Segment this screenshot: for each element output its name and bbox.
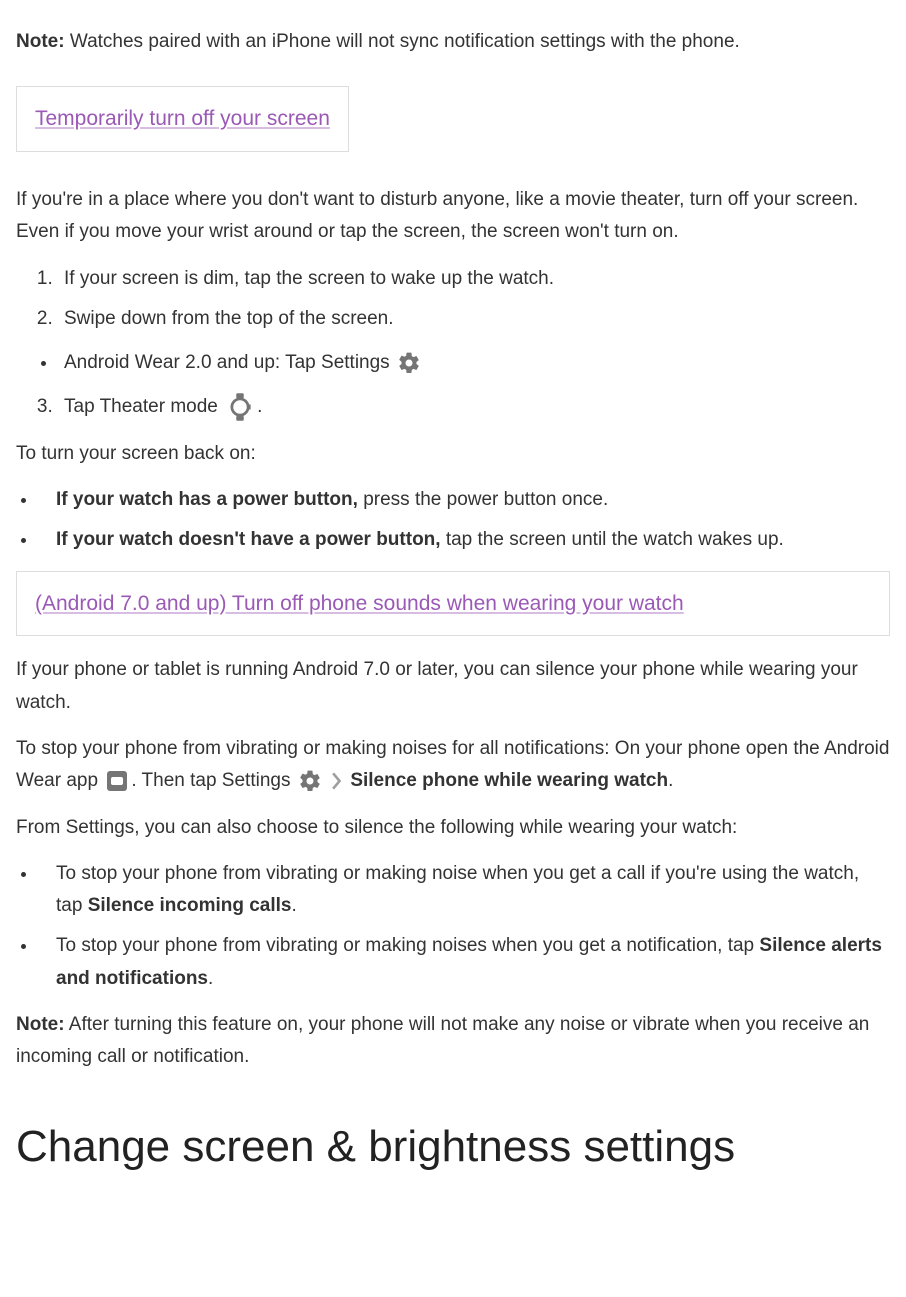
bullet-no-power-bold: If your watch doesn't have a power butto… <box>56 529 441 550</box>
b2-a: To stop your phone from vibrating or mak… <box>56 935 759 956</box>
bullet-silence-alerts: To stop your phone from vibrating or mak… <box>38 930 890 995</box>
silence-options: To stop your phone from vibrating or mak… <box>16 858 890 995</box>
text-b: . Then tap Settings <box>131 770 295 791</box>
step-1: If your screen is dim, tap the screen to… <box>58 263 890 295</box>
section2-intro: If your phone or tablet is running Andro… <box>16 654 890 719</box>
bullet-no-power-rest: tap the screen until the watch wakes up. <box>441 529 784 550</box>
text-bold: Silence phone while wearing watch <box>350 770 668 791</box>
accordion-title: (Android 7.0 and up) Turn off phone soun… <box>35 592 684 615</box>
note-text: Watches paired with an iPhone will not s… <box>65 31 740 52</box>
steps-turn-off-screen-cont: Tap Theater mode . <box>16 391 890 423</box>
note-label: Note: <box>16 31 65 52</box>
accordion-temporarily-turn-off[interactable]: Temporarily turn off your screen <box>16 86 349 152</box>
back-on-bullets: If your watch has a power button, press … <box>16 484 890 557</box>
step-3-text-b: . <box>257 396 262 417</box>
b2-b: . <box>208 968 213 989</box>
step-3-text-a: Tap Theater mode <box>64 396 223 417</box>
settings-icon <box>397 351 421 375</box>
accordion-turn-off-phone-sounds[interactable]: (Android 7.0 and up) Turn off phone soun… <box>16 571 890 637</box>
b1-b: . <box>292 895 297 916</box>
note-label: Note: <box>16 1014 65 1035</box>
back-on-intro: To turn your screen back on: <box>16 438 890 470</box>
bullet-text: Android Wear 2.0 and up: Tap Settings <box>64 352 395 373</box>
theater-mode-icon <box>225 392 255 422</box>
note-after-turning-on: Note: After turning this feature on, you… <box>16 1009 890 1074</box>
bullet-android-wear: Android Wear 2.0 and up: Tap Settings <box>58 347 890 379</box>
accordion-title: Temporarily turn off your screen <box>35 107 330 130</box>
section1-intro: If you're in a place where you don't wan… <box>16 184 890 249</box>
substep-bullets: Android Wear 2.0 and up: Tap Settings <box>16 347 890 379</box>
steps-turn-off-screen: If your screen is dim, tap the screen to… <box>16 263 890 336</box>
text-c: . <box>668 770 673 791</box>
android-wear-app-icon <box>105 769 129 793</box>
section2-instructions: To stop your phone from vibrating or mak… <box>16 733 890 798</box>
heading-change-screen-brightness: Change screen & brightness settings <box>16 1110 890 1185</box>
bullet-has-power: If your watch has a power button, press … <box>38 484 890 516</box>
chevron-right-icon <box>331 772 343 790</box>
step-2: Swipe down from the top of the screen. <box>58 303 890 335</box>
bullet-silence-calls: To stop your phone from vibrating or mak… <box>38 858 890 923</box>
note-text: After turning this feature on, your phon… <box>16 1014 869 1067</box>
step-3: Tap Theater mode . <box>58 391 890 423</box>
b1-bold: Silence incoming calls <box>88 895 292 916</box>
bullet-has-power-rest: press the power button once. <box>358 489 608 510</box>
note-iphone-sync: Note: Watches paired with an iPhone will… <box>16 26 890 58</box>
bullet-no-power: If your watch doesn't have a power butto… <box>38 524 890 556</box>
section2-from-settings: From Settings, you can also choose to si… <box>16 812 890 844</box>
settings-icon <box>298 769 322 793</box>
bullet-has-power-bold: If your watch has a power button, <box>56 489 358 510</box>
